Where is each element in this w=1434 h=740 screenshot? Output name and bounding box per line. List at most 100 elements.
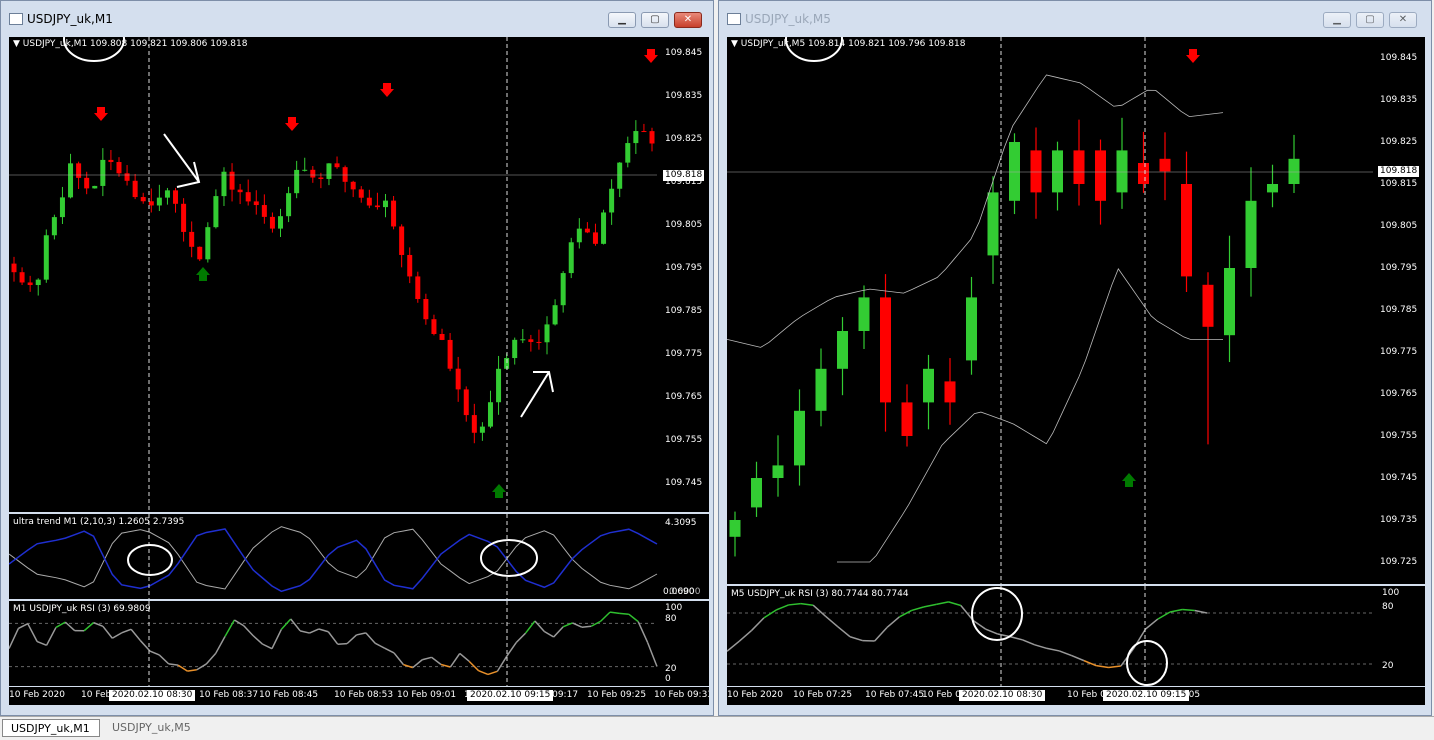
rsi-segment: [813, 605, 825, 616]
candle-body: [966, 297, 977, 360]
rsi-segment: [648, 642, 657, 666]
rsi-segment: [1072, 656, 1084, 661]
price-axis-label: 109.815: [1380, 179, 1417, 189]
time-axis: 10 Feb 202010 Feb 08:2910 Feb 08:3710 Fe…: [9, 687, 709, 705]
candle-body: [553, 305, 558, 324]
candle-body: [221, 172, 226, 196]
rsi-segment: [47, 627, 56, 645]
rsi-segment: [526, 621, 535, 633]
close-button[interactable]: ✕: [1389, 12, 1417, 28]
minimize-button[interactable]: ▁: [608, 12, 636, 28]
rsi-segment: [197, 664, 206, 670]
rsi-segment: [253, 636, 262, 644]
rsi-segment: [1035, 645, 1047, 649]
rsi-segment: [727, 641, 739, 651]
sell-arrow-icon: [380, 83, 394, 97]
candle-body: [585, 229, 590, 233]
time-axis-label: 10 Feb 09:33: [654, 690, 709, 700]
candle-body: [165, 190, 170, 197]
sell-arrow-icon: [1186, 49, 1200, 63]
rsi-segment: [516, 633, 525, 642]
candle-body: [68, 163, 73, 197]
rsi-axis-100: 100: [1382, 588, 1399, 598]
price-axis-label: 109.775: [665, 349, 702, 359]
candle-body: [375, 206, 380, 208]
rsi-label: M1 USDJPY_uk RSI (3) 69.9809: [13, 604, 151, 614]
candle-body: [1031, 150, 1042, 192]
candle-body: [391, 201, 396, 227]
candle-body: [859, 297, 870, 331]
sell-arrow-icon: [285, 117, 299, 131]
candle-body: [28, 282, 33, 285]
title-bar[interactable]: USDJPY_uk,M1 ▁ ▢ ✕: [1, 1, 713, 37]
rsi-segment: [272, 629, 281, 648]
rsi-segment: [206, 654, 215, 665]
rsi-segment: [216, 637, 225, 654]
rsi-segment: [263, 644, 272, 649]
rsi-segment: [1010, 637, 1022, 640]
maximize-button[interactable]: ▢: [641, 12, 669, 28]
window-title: USDJPY_uk,M1: [27, 12, 113, 26]
ultra-trend-line-a: [9, 527, 657, 589]
price-chart-pane[interactable]: ▼ USDJPY_uk,M1 109.808 109.821 109.806 1…: [9, 37, 709, 512]
candle-body: [1267, 184, 1278, 192]
rsi-segment: [752, 618, 764, 631]
time-axis: 10 Feb 202010 Feb 07:2510 Feb 07:4510 Fe…: [727, 687, 1425, 705]
candle-body: [633, 131, 638, 143]
candle-body: [945, 381, 956, 402]
candle-body: [520, 339, 525, 340]
rsi-segment: [187, 670, 196, 671]
maximize-button[interactable]: ▢: [1356, 12, 1384, 28]
candle-body: [116, 162, 121, 173]
candle-body: [1117, 150, 1128, 192]
time-axis-label: 10 Feb 09:25: [587, 690, 646, 700]
price-axis-label: 109.845: [1380, 53, 1417, 63]
rsi-segment: [225, 620, 234, 636]
rsi-segment: [9, 628, 18, 648]
candle-body: [286, 193, 291, 216]
candle-body: [399, 226, 404, 255]
rsi-segment: [535, 621, 544, 632]
rsi-segment: [764, 610, 776, 618]
ultra-trend-pane[interactable]: ultra trend M1 (2,10,3) 1.2605 2.7395 4.…: [9, 514, 709, 599]
candle-body: [197, 247, 202, 259]
rsi-pane[interactable]: M5 USDJPY_uk RSI (3) 80.7744 80.7744 100…: [727, 586, 1425, 686]
rsi-segment: [554, 627, 563, 637]
rsi-segment: [985, 629, 997, 634]
tab-m1[interactable]: USDJPY_uk,M1: [2, 719, 100, 737]
rsi-segment: [610, 612, 619, 613]
rsi-segment: [1059, 651, 1071, 656]
rsi-segment: [122, 629, 131, 633]
rsi-segment: [150, 651, 159, 655]
rsi-segment: [310, 629, 319, 633]
rsi-segment: [1170, 610, 1182, 613]
time-axis-label: 10 Feb 07:45: [865, 690, 924, 700]
chart-window-m1[interactable]: USDJPY_uk,M1 ▁ ▢ ✕ ▼ USDJPY_uk,M1 109.80…: [0, 0, 714, 716]
price-axis-label: 109.835: [665, 91, 702, 101]
annotation-arrow: [521, 372, 549, 417]
rsi-segment: [140, 641, 149, 651]
minimize-button[interactable]: ▁: [1323, 12, 1351, 28]
rsi-segment: [356, 633, 365, 635]
rsi-segment: [899, 610, 911, 617]
candle-body: [359, 189, 364, 197]
candle-body: [496, 369, 501, 402]
candle-body: [1246, 201, 1257, 268]
rsi-segment: [291, 619, 300, 631]
rsi-segment: [234, 620, 243, 626]
candle-body: [278, 216, 283, 228]
candle-body: [262, 205, 267, 217]
triangle-down-icon[interactable]: ▼: [731, 39, 738, 49]
candle-body: [1160, 159, 1171, 172]
rsi-segment: [479, 671, 488, 675]
close-button[interactable]: ✕: [674, 12, 702, 28]
tab-m5[interactable]: USDJPY_uk,M5: [104, 719, 204, 737]
candle-body: [351, 182, 356, 190]
chart-window-m5[interactable]: USDJPY_uk,M5 ▁ ▢ ✕ ▼ USDJPY_uk,M5 109.81…: [718, 0, 1432, 716]
candle-body: [84, 178, 89, 189]
rsi-pane[interactable]: M1 USDJPY_uk RSI (3) 69.9809 100 80 20 0: [9, 601, 709, 686]
triangle-down-icon[interactable]: ▼: [13, 39, 20, 49]
sell-arrow-icon: [94, 107, 108, 121]
price-chart-pane[interactable]: ▼ USDJPY_uk,M5 109.814 109.821 109.796 1…: [727, 37, 1425, 584]
title-bar[interactable]: USDJPY_uk,M5 ▁ ▢ ✕: [719, 1, 1431, 37]
